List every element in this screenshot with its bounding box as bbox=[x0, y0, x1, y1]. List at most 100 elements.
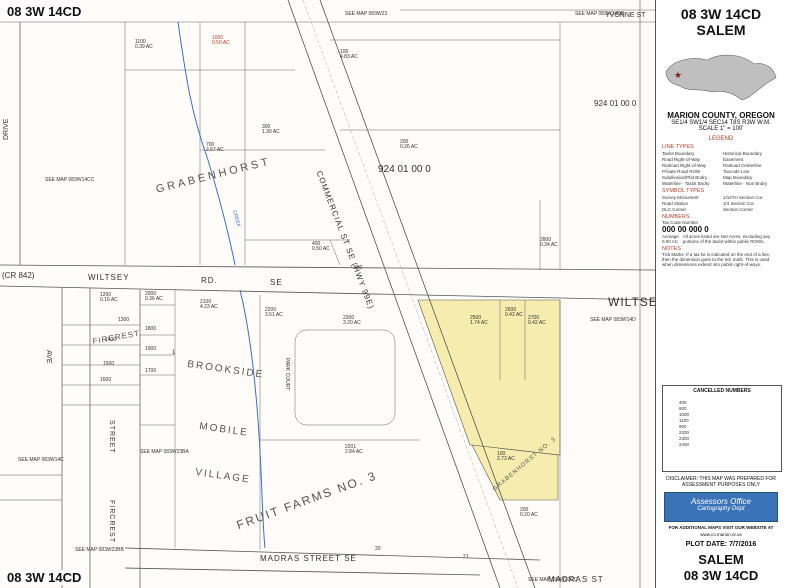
symbol-type-item: 1/4 Section Cor bbox=[723, 201, 755, 206]
panel-map-id-top: 08 3W 14CD bbox=[680, 6, 762, 22]
website-link[interactable]: www.co.marion.or.us bbox=[656, 532, 786, 537]
plot-date: PLOT DATE: 7/7/2016 bbox=[685, 541, 757, 548]
symbol-type-item: Survey Monument bbox=[662, 195, 699, 200]
street-label-wiltsey: WILTSEY bbox=[88, 273, 130, 282]
lot-200-south: 200 0.20 AC bbox=[520, 507, 538, 518]
cancelled-item: 2400 bbox=[679, 442, 690, 447]
lot-2000: 2000 0.36 AC bbox=[145, 291, 163, 302]
panel-city-top: SALEM bbox=[696, 22, 746, 38]
county-title: MARION COUNTY, OREGON bbox=[667, 111, 775, 120]
lot-1300: 1300 bbox=[118, 317, 130, 323]
acreage-row: Acreage 0.00 AC All acres listed are Net … bbox=[662, 234, 780, 244]
lot-500: 500 bbox=[354, 265, 363, 271]
see-map-bb: SEE MAP 083W23BB bbox=[75, 547, 124, 553]
line-types-title: LINE TYPES bbox=[662, 144, 694, 150]
acreage-note: All acres listed are Net Acres, excludin… bbox=[682, 234, 771, 244]
line-type-item: Historical Boundary bbox=[723, 151, 763, 156]
symbol-types-title: SYMBOL TYPES bbox=[662, 188, 705, 194]
badge-subtitle: Cartography Dept bbox=[697, 506, 745, 512]
lot-300: 300 1.30 AC bbox=[262, 124, 280, 135]
assessor-map-page: 08 3W 14CD 08 3W 14CD YVONNE ST DRIVE (C… bbox=[0, 0, 786, 588]
symbol-type-item: Section Corner bbox=[723, 207, 754, 212]
lot-2700: 2700 0.42 AC bbox=[528, 315, 546, 326]
street-label-street: STREET bbox=[108, 420, 115, 454]
see-map-c: SEE MAP 083W14C bbox=[18, 457, 64, 463]
cancelled-numbers-box: CANCELLED NUMBERS 400 800 1000 1100 900 … bbox=[662, 385, 782, 472]
see-map-d: SEE MAP 083W14D bbox=[590, 317, 636, 323]
legend-title: LEGEND bbox=[708, 136, 734, 142]
street-label-wiltse-right: WILTSE bbox=[608, 295, 656, 309]
line-type-item: Subdivision/Plat Bndry bbox=[662, 175, 708, 180]
map-info-panel: 08 3W 14CD SALEM ★ MARION COUNTY, OREGON… bbox=[656, 0, 786, 588]
lot-1100: 1100 0.39 AC bbox=[135, 39, 153, 50]
lot-1500: 1500 bbox=[103, 361, 115, 367]
symbol-types-list: Survey Monument 1/16TH Section Cor Road … bbox=[662, 195, 780, 212]
assessor-office-badge: Assessors Office Cartography Dept bbox=[664, 492, 778, 522]
line-type-item: Waterline - Non Bndry bbox=[723, 181, 768, 186]
street-label-drive: DRIVE bbox=[3, 118, 10, 140]
see-map-cc: SEE MAP 083W14CC bbox=[45, 177, 95, 183]
scale-text: SCALE 1" = 100' bbox=[698, 126, 744, 132]
see-map-cc-south: SEE MAP 083W23CC bbox=[528, 577, 578, 583]
lot-20: 20 bbox=[375, 546, 381, 552]
notes-text: Tick Marks: If a tax lot is indicated on… bbox=[662, 252, 771, 267]
street-label-park-court: PARK COURT bbox=[284, 358, 290, 391]
symbol-type-item: DLC Corner bbox=[662, 207, 687, 212]
lot-700: 700 2.67 AC bbox=[206, 142, 224, 153]
lot-2500: 2500 1.74 AC bbox=[470, 315, 488, 326]
cancelled-title: CANCELLED NUMBERS bbox=[693, 388, 751, 394]
line-type-item: Taxlot Boundary bbox=[662, 151, 695, 156]
street-label-cr842: (CR 842) bbox=[2, 271, 35, 280]
panel-city-bottom: SALEM bbox=[698, 552, 744, 567]
lot-1900: 1900 bbox=[145, 346, 157, 352]
symbol-type-item: Road Station bbox=[662, 201, 689, 206]
lot-2800: 2800 0.34 AC bbox=[540, 237, 558, 248]
street-label-rd: RD. bbox=[201, 276, 218, 285]
line-type-item: Waterline - Taxlot Bndry bbox=[662, 181, 710, 186]
line-type-item: Easement bbox=[723, 157, 744, 162]
line-type-item: Map Boundary bbox=[723, 175, 753, 180]
street-label-se: SE bbox=[270, 278, 283, 287]
taxcode-label-ne: 924 01 00 0 bbox=[594, 99, 637, 108]
lot-2300: 2300 3.20 AC bbox=[343, 315, 361, 326]
lot-2201: 2201 2.84 AC bbox=[345, 444, 363, 455]
locator-star-icon: ★ bbox=[674, 71, 682, 81]
panel-map-id-bottom: 08 3W 14CD bbox=[683, 568, 759, 583]
map-id-top-left: 08 3W 14CD bbox=[4, 4, 85, 19]
lot-2200: 2200 3.51 AC bbox=[265, 307, 283, 318]
lot-21: 21 bbox=[463, 554, 469, 560]
lot-1000: 1000 0.50 AC bbox=[212, 35, 230, 46]
lot-100-south: 100 2.73 AC bbox=[497, 451, 515, 462]
web-note: FOR ADDITIONAL MAPS VISIT OUR WEBSITE AT bbox=[668, 525, 774, 530]
map-id-bottom-left: 08 3W 14CD bbox=[4, 570, 85, 585]
lot-1600: 1600 bbox=[100, 377, 112, 383]
street-label-ave: AVE bbox=[45, 350, 52, 364]
county-locator-map: ★ bbox=[665, 54, 777, 101]
lot-1800: 1800 bbox=[145, 326, 157, 332]
line-type-item: Taxcode Line bbox=[723, 169, 750, 174]
badge-title: Assessors Office bbox=[690, 497, 751, 506]
taxcode-sample: 000 00 000 0 bbox=[662, 225, 709, 234]
taxcode-label-center: 924 01 00 0 bbox=[378, 164, 431, 175]
lot-400: 400 0.50 AC bbox=[312, 241, 330, 252]
line-type-item: Railroad Centerline bbox=[723, 163, 762, 168]
cancelled-list: 400 800 1000 1100 900 2200 2300 2400 bbox=[679, 400, 781, 448]
lot-2100: 2100 4.23 AC bbox=[200, 299, 218, 310]
symbol-type-item: 1/16TH Section Cor bbox=[723, 195, 763, 200]
lot-100-north: 100 4.83 AC bbox=[340, 49, 358, 60]
line-type-item: Private Road ROW bbox=[662, 169, 701, 174]
street-label-fircrest: FIRCREST bbox=[108, 500, 115, 543]
line-types-list: Taxlot Boundary Historical Boundary Road… bbox=[662, 151, 780, 186]
lot-1200: 1200 0.16 AC bbox=[100, 292, 118, 303]
line-type-item: Railroad Right-of-Way bbox=[662, 163, 707, 168]
lot-200-north: 200 0.26 AC bbox=[400, 139, 418, 150]
lot-1400: 1400 bbox=[105, 337, 117, 343]
acreage-caption: Acreage 0.00 AC bbox=[662, 234, 679, 244]
see-map-db: SEE MAP 083W14DB bbox=[575, 11, 625, 17]
lot-1700: 1700 bbox=[145, 368, 157, 374]
lot-1: 1 bbox=[172, 350, 176, 356]
disclaimer: DISCLAIMER: THIS MAP WAS PREPARED FOR AS… bbox=[666, 476, 776, 488]
lot-2600: 2600 0.42 AC bbox=[505, 307, 523, 318]
see-map-ba: SEE MAP 083W23BA bbox=[140, 449, 189, 455]
street-label-madras: MADRAS STREET SE bbox=[260, 554, 357, 563]
